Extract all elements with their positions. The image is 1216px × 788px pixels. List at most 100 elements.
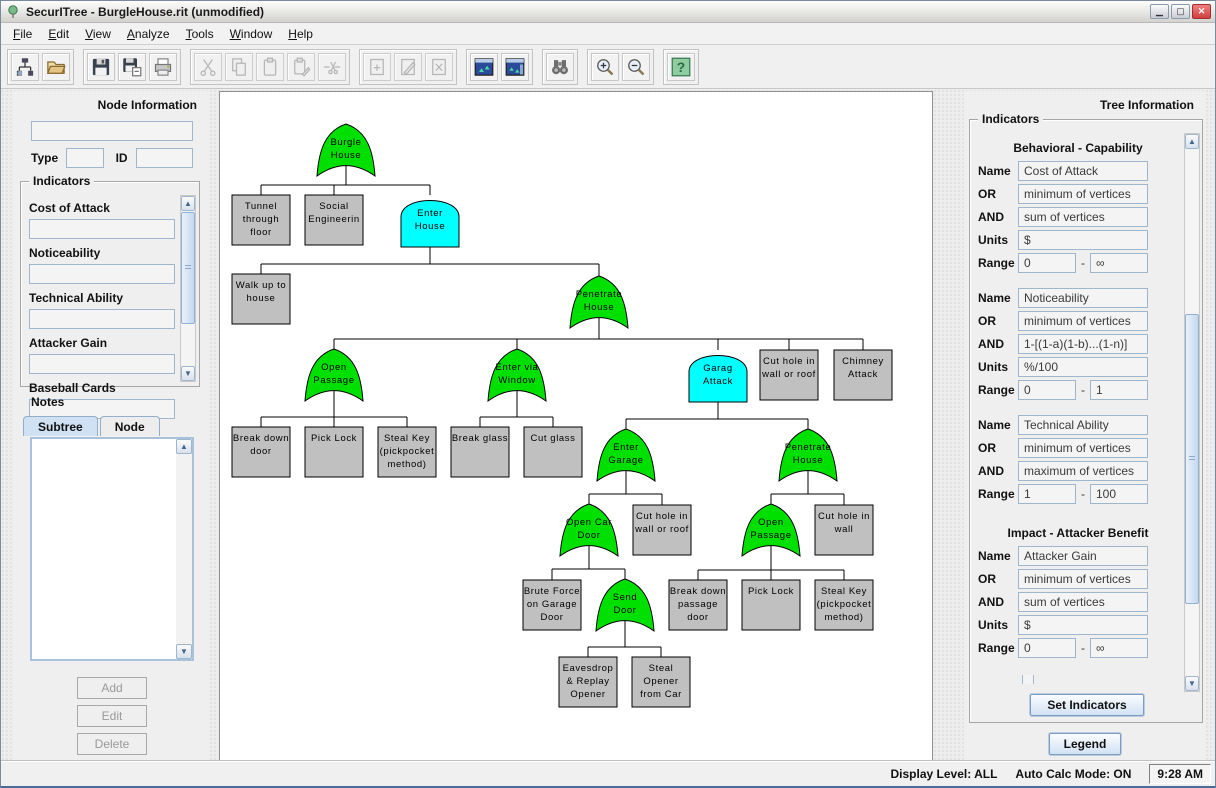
indicator-field[interactable]: maximum of vertices [1018,460,1148,481]
menu-view[interactable]: View [77,24,119,44]
tree-node-eavesdrop[interactable]: Eavesdrop & Replay Opener [558,656,618,708]
zoom-out-button[interactable] [622,52,650,81]
menu-tools[interactable]: Tools [178,24,222,44]
indicator-field[interactable]: minimum of vertices [1018,183,1148,204]
indicator-value-field[interactable] [29,264,175,284]
indicator-field[interactable]: Cost of Attack [1018,160,1148,181]
node-name-field[interactable] [31,121,193,141]
tree-node-enter-house[interactable]: Enter House [400,200,460,248]
save-as-button[interactable] [118,52,146,81]
indicator-field[interactable]: ∞ [1090,252,1148,273]
tree-node-cut-hole-roof-1[interactable]: Cut hole in wall or roof [759,349,819,401]
tree-node-brute-force[interactable]: Brute Force on Garage Door [522,579,582,631]
scroll-up-icon[interactable]: ▲ [181,196,195,211]
add-note-button[interactable]: Add [77,677,147,699]
scroll-up-icon[interactable]: ▲ [1185,134,1199,149]
find-button[interactable] [546,52,574,81]
scrollbar-thumb[interactable] [181,212,195,324]
indicator-field[interactable]: $ [1018,229,1148,250]
indicator-field[interactable]: %/100 [1018,356,1148,377]
tree-node-chimney-attack[interactable]: Chimney Attack [833,349,893,401]
tree-node-steal-key-1[interactable]: Steal Key (pickpocket method) [377,426,437,478]
indicator-field[interactable]: ∞ [1090,637,1148,658]
indicator-field[interactable]: minimum of vertices [1018,568,1148,589]
menu-help[interactable]: Help [280,24,321,44]
tab-node[interactable]: Node [99,416,160,436]
attack-tree-canvas[interactable]: Burgle House Tunnel through floor Social Engin… [219,91,933,762]
tree-node-walk-up[interactable]: Walk up to house [231,273,291,325]
indicator-field[interactable]: 0 [1018,637,1076,658]
tree-view-button[interactable] [470,52,498,81]
indicator-field[interactable]: 1-[(1-a)(1-b)...(1-n)] [1018,333,1148,354]
indicator-field[interactable]: Technical Ability [1018,414,1148,435]
indicator-field[interactable]: $ [1018,614,1148,635]
edit-node-button[interactable] [394,52,422,81]
delete-note-button[interactable]: Delete [77,733,147,755]
paste-special-button[interactable] [287,52,315,81]
indicator-field[interactable]: 100 [1090,483,1148,504]
indicator-field[interactable]: 1 [1090,379,1148,400]
indicator-field[interactable]: 1 [1018,483,1076,504]
notes-textarea[interactable]: ▲ ▼ [30,437,194,661]
tree-node-break-down-passage[interactable]: Break down passage door [668,579,728,631]
type-field[interactable] [66,148,104,168]
indicator-field[interactable]: minimum of vertices [1018,437,1148,458]
tree-node-cut-hole-wall[interactable]: Cut hole in wall [814,504,874,556]
paste-button[interactable] [256,52,284,81]
minimize-button[interactable]: ▁ [1150,4,1169,19]
indicator-field[interactable]: sum of vertices [1018,591,1148,612]
menu-analyze[interactable]: Analyze [119,24,178,44]
tree-node-break-down-door[interactable]: Break down door [231,426,291,478]
tree-view-alt-button[interactable] [501,52,529,81]
tree-node-garag-attack[interactable]: Garag Attack [688,355,748,403]
tree-node-break-glass[interactable]: Break glass [450,426,510,478]
set-indicators-button[interactable]: Set Indicators [1030,694,1144,716]
edit-note-button[interactable]: Edit [77,705,147,727]
tree-node-steal-opener[interactable]: Steal Opener from Car [631,656,691,708]
new-tree-button[interactable] [11,52,39,81]
unlink-button[interactable] [318,52,346,81]
copy-button[interactable] [225,52,253,81]
cut-button[interactable] [194,52,222,81]
tab-subtree[interactable]: Subtree [23,416,98,436]
menu-edit[interactable]: Edit [40,24,77,44]
scroll-up-icon[interactable]: ▲ [176,439,192,454]
help-button[interactable]: ? [667,52,695,81]
tree-node-cut-glass[interactable]: Cut glass [523,426,583,478]
indicators-scrollbar[interactable]: ▲ ▼ [180,195,196,382]
maximize-button[interactable]: ▢ [1171,4,1190,19]
close-button[interactable]: ✕ [1192,4,1211,19]
zoom-in-button[interactable] [591,52,619,81]
tree-node-social[interactable]: Social Engineerin [304,194,364,246]
scroll-down-icon[interactable]: ▼ [181,366,195,381]
indicator-field[interactable]: 0 [1018,252,1076,273]
save-button[interactable] [87,52,115,81]
indicator-field[interactable]: Attacker Gain [1018,545,1148,566]
scroll-down-icon[interactable]: ▼ [1185,676,1199,691]
print-button[interactable] [149,52,177,81]
add-node-button[interactable] [363,52,391,81]
indicator-field[interactable]: 0 [1018,379,1076,400]
menu-window[interactable]: Window [222,24,281,44]
menu-file[interactable]: File [5,24,40,44]
indicator-value-field[interactable] [29,354,175,374]
tree-node-tunnel[interactable]: Tunnel through floor [231,194,291,246]
tree-node-steal-key-2[interactable]: Steal Key (pickpocket method) [814,579,874,631]
legend-button[interactable]: Legend [1049,733,1121,755]
id-field[interactable] [135,148,193,168]
indicator-value-field[interactable] [29,309,175,329]
notes-scrollbar[interactable]: ▲ ▼ [176,439,192,659]
scroll-down-icon[interactable]: ▼ [176,644,192,659]
tree-node-pick-lock-2[interactable]: Pick Lock [741,579,801,631]
scrollbar-thumb[interactable] [1185,314,1199,604]
indicator-value-field[interactable] [29,219,175,239]
indicator-field[interactable]: minimum of vertices [1018,310,1148,331]
delete-node-button[interactable] [425,52,453,81]
toolbar-group [7,48,74,85]
tree-indicators-scrollbar[interactable]: ▲ ▼ [1184,133,1200,692]
indicator-field[interactable]: Noticeability [1018,287,1148,308]
indicator-field[interactable]: sum of vertices [1018,206,1148,227]
tree-node-cut-hole-roof-2[interactable]: Cut hole in wall or roof [632,504,692,556]
tree-node-pick-lock-1[interactable]: Pick Lock [304,426,364,478]
open-button[interactable] [42,52,70,81]
